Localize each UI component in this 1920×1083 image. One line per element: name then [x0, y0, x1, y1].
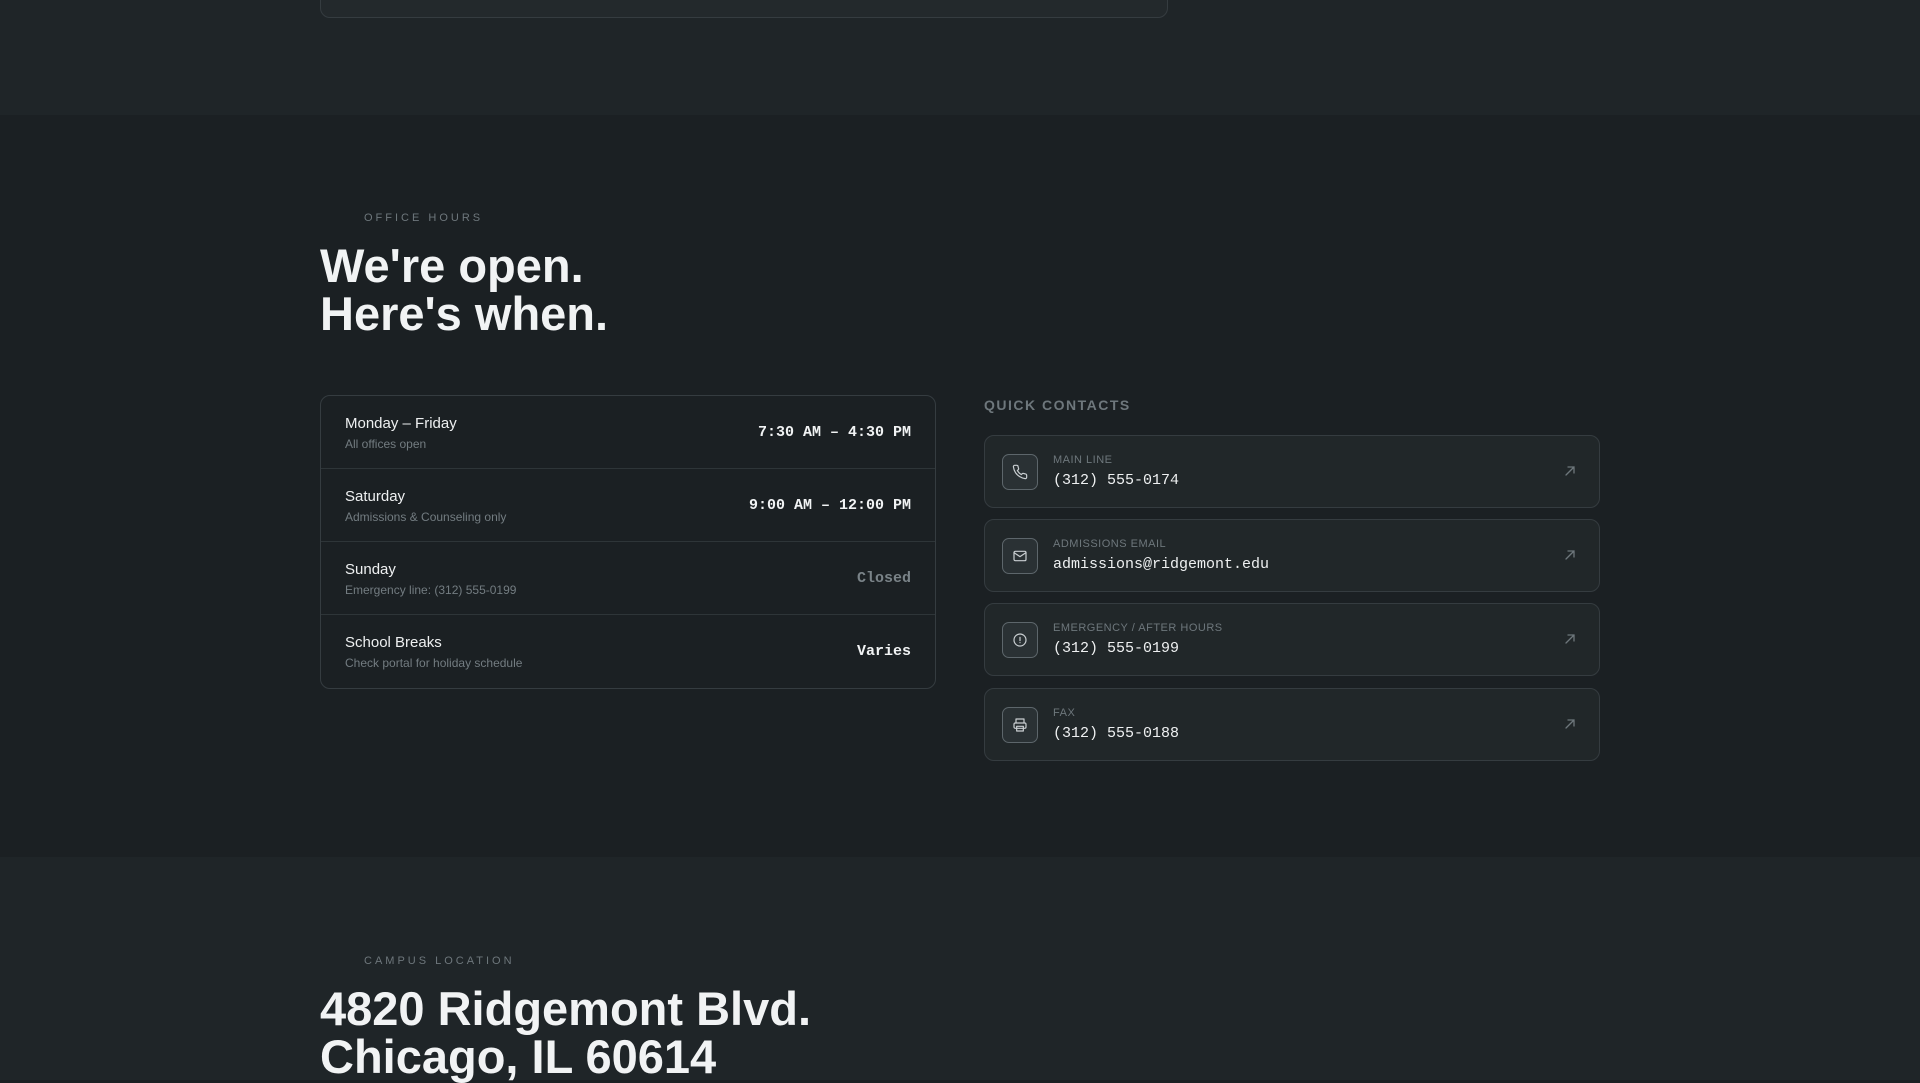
hours-day: Monday – Friday	[345, 415, 457, 432]
hours-note: Admissions & Counseling only	[345, 510, 507, 524]
phone-icon	[1002, 454, 1038, 490]
hours-note: All offices open	[345, 437, 427, 451]
contact-label: ADMISSIONS EMAIL	[1053, 538, 1167, 550]
hours-row: School Breaks Check portal for holiday s…	[321, 615, 935, 688]
headline-line-2: Here's when.	[320, 287, 609, 340]
arrow-up-right-icon	[1565, 634, 1575, 644]
arrow-up-right-icon	[1565, 550, 1575, 560]
hours-row: Monday – Friday All offices open 7:30 AM…	[321, 396, 935, 469]
printer-icon	[1002, 707, 1038, 743]
contact-value: (312) 555-0174	[1053, 472, 1180, 489]
contact-label: FAX	[1053, 707, 1076, 719]
hours-time: 7:30 AM – 4:30 PM	[757, 424, 911, 441]
hours-time: 9:00 AM – 12:00 PM	[748, 497, 911, 514]
campus-location-eyebrow: CAMPUS LOCATION	[364, 955, 515, 967]
contact-admissions-email[interactable]: ADMISSIONS EMAIL admissions@ridgemont.ed…	[984, 519, 1600, 592]
campus-address: 4820 Ridgemont Blvd. Chicago, IL 60614	[320, 985, 811, 1081]
quick-contacts-heading: QUICK CONTACTS	[984, 397, 1131, 413]
office-hours-eyebrow: OFFICE HOURS	[364, 212, 484, 224]
contact-label: EMERGENCY / AFTER HOURS	[1053, 622, 1223, 634]
contact-value: admissions@ridgemont.edu	[1053, 556, 1270, 573]
contact-main-line[interactable]: MAIN LINE (312) 555-0174	[984, 435, 1600, 508]
contact-label: MAIN LINE	[1053, 454, 1113, 466]
contact-value: (312) 555-0188	[1053, 725, 1180, 742]
previous-section	[0, 0, 1920, 115]
hours-day: Sunday	[345, 561, 396, 578]
contact-value: (312) 555-0199	[1053, 640, 1180, 657]
hours-day: Saturday	[345, 488, 406, 505]
address-line-2: Chicago, IL 60614	[320, 1030, 717, 1083]
office-hours-headline: We're open. Here's when.	[320, 242, 608, 338]
campus-location-section	[0, 857, 1920, 1080]
hours-note: Emergency line: (312) 555-0199	[345, 583, 517, 597]
hours-time: Closed	[856, 570, 911, 587]
hours-row: Saturday Admissions & Counseling only 9:…	[321, 469, 935, 542]
hours-note: Check portal for holiday schedule	[345, 656, 523, 670]
hours-day: School Breaks	[345, 634, 442, 651]
hours-row: Sunday Emergency line: (312) 555-0199 Cl…	[321, 542, 935, 615]
hours-table: Monday – Friday All offices open 7:30 AM…	[320, 395, 936, 689]
headline-line-1: We're open.	[320, 239, 584, 292]
contact-emergency[interactable]: EMERGENCY / AFTER HOURS (312) 555-0199	[984, 603, 1600, 676]
address-line-1: 4820 Ridgemont Blvd.	[320, 982, 811, 1035]
arrow-up-right-icon	[1565, 719, 1575, 729]
mail-icon	[1002, 538, 1038, 574]
arrow-up-right-icon	[1565, 466, 1575, 476]
previous-section-card	[320, 0, 1168, 18]
alert-icon	[1002, 622, 1038, 658]
hours-time: Varies	[856, 643, 911, 660]
contact-fax[interactable]: FAX (312) 555-0188	[984, 688, 1600, 761]
office-hours-section	[0, 115, 1920, 857]
